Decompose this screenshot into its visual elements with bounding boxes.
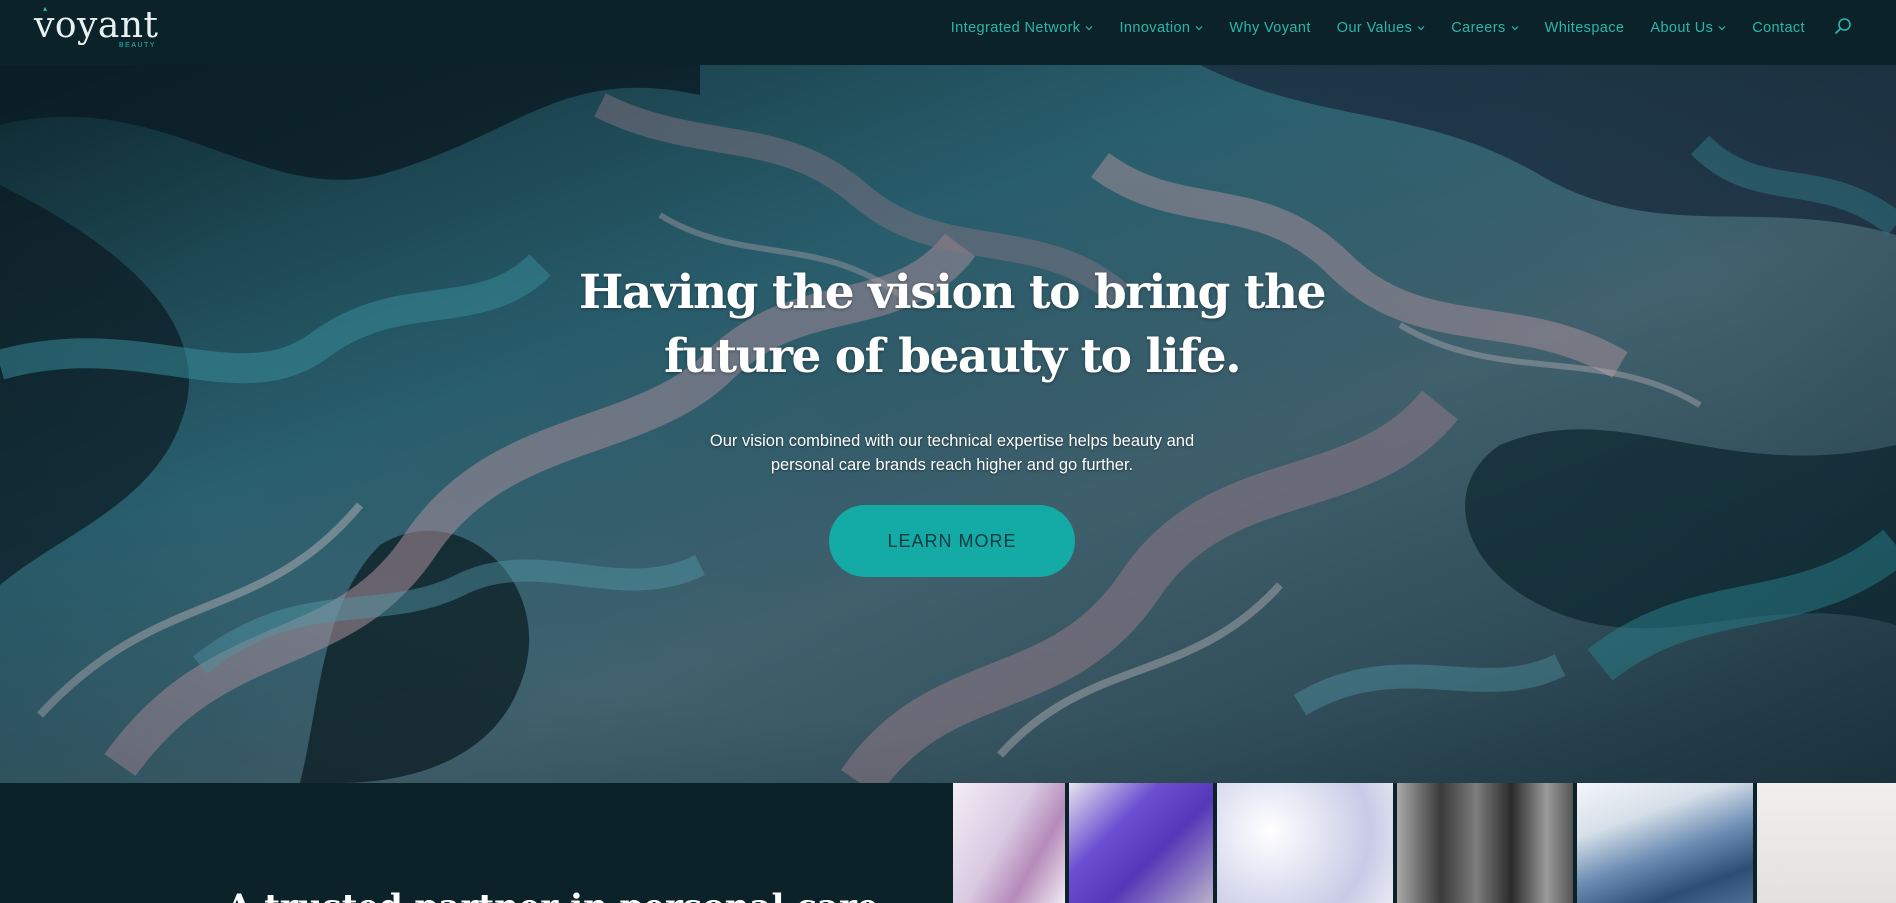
- nav-item-careers[interactable]: Careers: [1438, 0, 1531, 56]
- lab-image-strip: [953, 783, 1896, 903]
- voyant-logo[interactable]: ▴ voyant BEAUTY: [34, 4, 164, 54]
- search-button[interactable]: [1830, 0, 1856, 56]
- partner-section: A trusted partner in personal care: [0, 783, 1896, 903]
- nav-item-about-us[interactable]: About Us: [1637, 0, 1739, 56]
- chevron-down-icon: [1195, 24, 1203, 32]
- nav-item-innovation[interactable]: Innovation: [1106, 0, 1216, 56]
- lab-image-gloved-hand-pipette: [953, 783, 1065, 903]
- nav-item-why-voyant[interactable]: Why Voyant: [1216, 0, 1323, 56]
- lab-image-purple-glove-2: [1069, 783, 1213, 903]
- nav-item-label: Whitespace: [1544, 20, 1625, 36]
- nav-item-integrated-network[interactable]: Integrated Network: [938, 0, 1107, 56]
- logo-tagline: BEAUTY: [118, 42, 156, 49]
- nav-item-label: Integrated Network: [950, 20, 1081, 36]
- lab-image-light: [1757, 783, 1896, 903]
- nav-item-contact[interactable]: Contact: [1739, 0, 1818, 56]
- site-header: ▴ voyant BEAUTY Integrated Network Innov…: [0, 0, 1896, 65]
- chevron-down-icon: [1718, 24, 1726, 32]
- nav-item-label: About Us: [1650, 20, 1714, 36]
- learn-more-button[interactable]: LEARN MORE: [829, 505, 1075, 577]
- nav-item-label: Careers: [1451, 20, 1506, 36]
- nav-item-label: Why Voyant: [1229, 20, 1311, 36]
- nav-item-whitespace[interactable]: Whitespace: [1532, 0, 1638, 56]
- lab-image-blue-window: [1577, 783, 1753, 903]
- main-nav: Integrated Network Innovation Why Voyant…: [938, 0, 1856, 56]
- hero-section: Having the vision to bring the future of…: [0, 65, 1896, 783]
- hero-title-line-2: future of beauty to life.: [663, 329, 1242, 384]
- chevron-down-icon: [1085, 24, 1093, 32]
- search-icon: [1834, 17, 1852, 40]
- chevron-down-icon: [1511, 24, 1519, 32]
- hero-title-line-1: Having the vision to bring the: [578, 265, 1327, 320]
- nav-item-label: Our Values: [1336, 20, 1413, 36]
- nav-item-our-values[interactable]: Our Values: [1324, 0, 1438, 56]
- hero-content: Having the vision to bring the future of…: [548, 261, 1356, 577]
- chevron-down-icon: [1417, 24, 1425, 32]
- partner-section-heading: A trusted partner in personal care: [226, 887, 879, 903]
- hero-subtitle: Our vision combined with our technical e…: [709, 432, 1195, 474]
- lab-image-machinery: [1397, 783, 1573, 903]
- hero-title: Having the vision to bring the future of…: [548, 261, 1356, 389]
- nav-item-label: Contact: [1752, 20, 1805, 36]
- nav-item-label: Innovation: [1119, 20, 1191, 36]
- lab-image-white-spheres: [1217, 783, 1393, 903]
